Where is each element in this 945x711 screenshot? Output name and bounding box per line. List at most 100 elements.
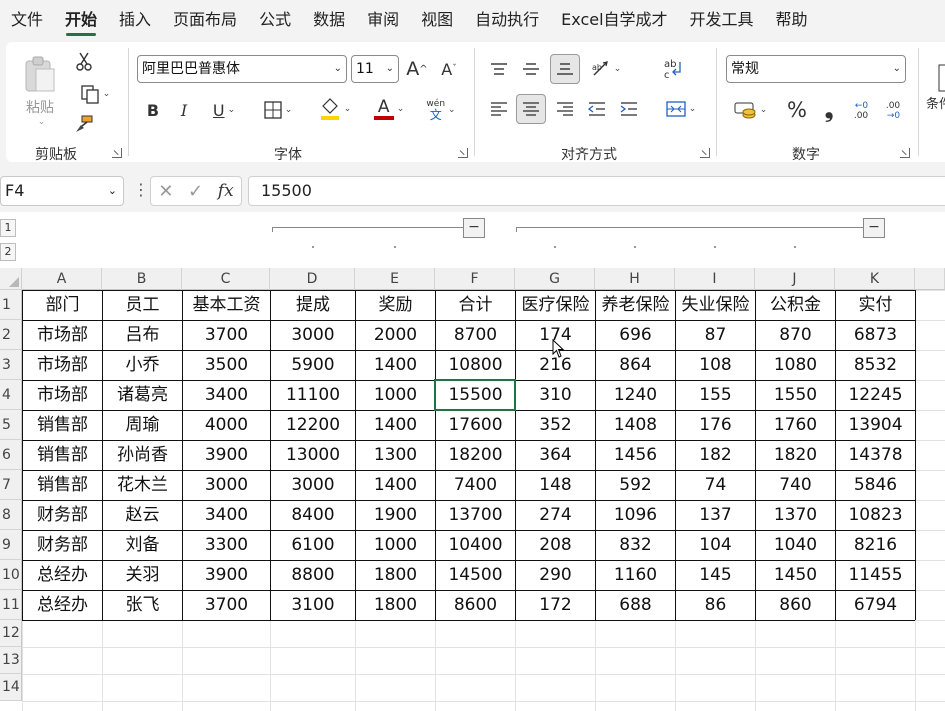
percent-style-button[interactable]: % [782,96,812,124]
data-cell[interactable]: 145 [676,561,755,590]
column-header[interactable]: G [515,268,595,290]
data-cell[interactable]: 1400 [356,411,435,440]
data-cell[interactable]: 赵云 [103,501,182,530]
data-cell[interactable]: 137 [676,501,755,530]
data-cell[interactable]: 财务部 [23,501,102,530]
data-cell[interactable]: 14500 [436,561,515,590]
row-header[interactable]: 5 [0,410,22,440]
data-cell[interactable]: 2000 [356,321,435,350]
data-cell[interactable]: 小乔 [103,351,182,380]
name-box[interactable]: F4 ⌄ [0,176,124,206]
header-cell[interactable]: 实付 [836,291,915,320]
data-cell[interactable]: 孙尚香 [103,441,182,470]
data-cell[interactable]: 1900 [356,501,435,530]
comma-style-button[interactable]: ❟ [816,96,842,124]
menu-item[interactable]: 数据 [302,0,356,40]
header-cell[interactable]: 合计 [436,291,515,320]
conditional-format-button[interactable]: 条件 [924,52,945,122]
data-cell[interactable]: 1450 [756,561,835,590]
data-cell[interactable]: 18200 [436,441,515,470]
data-cell[interactable]: 吕布 [103,321,182,350]
menu-item[interactable]: 自动执行 [464,0,550,40]
header-cell[interactable]: 公积金 [756,291,835,320]
data-cell[interactable]: 13700 [436,501,515,530]
column-header[interactable]: E [355,268,435,290]
data-cell[interactable]: 8600 [436,591,515,620]
data-cell[interactable]: 352 [516,411,595,440]
row-header[interactable]: 12 [0,620,22,647]
copy-button[interactable]: ⌄ [72,82,118,106]
column-header[interactable]: H [595,268,675,290]
column-header[interactable]: J [755,268,835,290]
outline-collapse-button[interactable]: − [463,218,485,238]
data-cell[interactable]: 财务部 [23,531,102,560]
format-painter-button[interactable] [72,112,96,136]
data-cell[interactable]: 290 [516,561,595,590]
row-header[interactable]: 13 [0,647,22,674]
header-cell[interactable]: 奖励 [356,291,435,320]
phonetic-button[interactable]: wén 文 ⌄ [418,96,464,124]
column-header[interactable]: B [102,268,182,290]
select-all-button[interactable] [0,268,22,290]
data-cell[interactable]: 12200 [271,411,355,440]
data-cell[interactable]: 3700 [183,591,270,620]
menu-item[interactable]: 视图 [410,0,464,40]
font-launcher-icon[interactable] [458,148,468,158]
align-left-button[interactable] [486,96,512,122]
data-cell[interactable]: 10823 [836,501,915,530]
data-cell[interactable]: 8216 [836,531,915,560]
row-header[interactable]: 9 [0,530,22,560]
row-header[interactable]: 11 [0,590,22,620]
data-cell[interactable]: 87 [676,321,755,350]
align-bottom-button[interactable] [550,54,580,84]
align-middle-button[interactable] [518,56,544,82]
data-cell[interactable]: 1300 [356,441,435,470]
data-cell[interactable]: 832 [596,531,675,560]
header-cell[interactable]: 提成 [271,291,355,320]
data-cell[interactable]: 市场部 [23,321,102,350]
data-cell[interactable]: 148 [516,471,595,500]
menu-item[interactable]: 文件 [0,0,54,40]
header-cell[interactable]: 部门 [23,291,102,320]
outline-level-2-button[interactable]: 2 [0,243,16,261]
decrease-indent-button[interactable] [584,96,610,122]
data-cell[interactable]: 12245 [836,381,915,410]
data-cell[interactable]: 13904 [836,411,915,440]
column-header[interactable]: C [182,268,270,290]
column-header[interactable]: I [675,268,755,290]
data-cell[interactable]: 1000 [356,381,435,410]
data-cell[interactable]: 3700 [183,321,270,350]
data-cell[interactable]: 3400 [183,501,270,530]
data-cell[interactable]: 1820 [756,441,835,470]
data-cell[interactable]: 3100 [271,591,355,620]
menu-item[interactable]: Excel自学成才 [550,0,678,40]
data-cell[interactable]: 周瑜 [103,411,182,440]
data-cell[interactable]: 592 [596,471,675,500]
header-cell[interactable]: 医疗保险 [516,291,595,320]
row-header[interactable]: 1 [0,290,22,320]
data-cell[interactable]: 6100 [271,531,355,560]
outline-collapse-button[interactable]: − [863,218,885,238]
data-cell[interactable]: 176 [676,411,755,440]
data-cell[interactable]: 8400 [271,501,355,530]
header-cell[interactable]: 员工 [103,291,182,320]
data-cell[interactable]: 1096 [596,501,675,530]
more-options-icon[interactable]: ⋮ [133,180,149,199]
data-cell[interactable]: 销售部 [23,411,102,440]
borders-button[interactable]: ⌄ [256,97,300,123]
data-cell[interactable]: 1800 [356,561,435,590]
data-cell[interactable]: 5846 [836,471,915,500]
header-cell[interactable]: 基本工资 [183,291,270,320]
row-header[interactable]: 4 [0,380,22,410]
data-cell[interactable]: 3900 [183,441,270,470]
column-header[interactable] [915,268,945,290]
increase-indent-button[interactable] [616,96,642,122]
data-cell[interactable]: 4000 [183,411,270,440]
row-header[interactable]: 2 [0,320,22,350]
grow-font-button[interactable]: A ^ [404,56,430,82]
data-cell[interactable]: 刘备 [103,531,182,560]
row-header[interactable]: 10 [0,560,22,590]
data-cell[interactable]: 3000 [271,471,355,500]
data-cell[interactable]: 花木兰 [103,471,182,500]
data-cell[interactable]: 310 [516,381,595,410]
